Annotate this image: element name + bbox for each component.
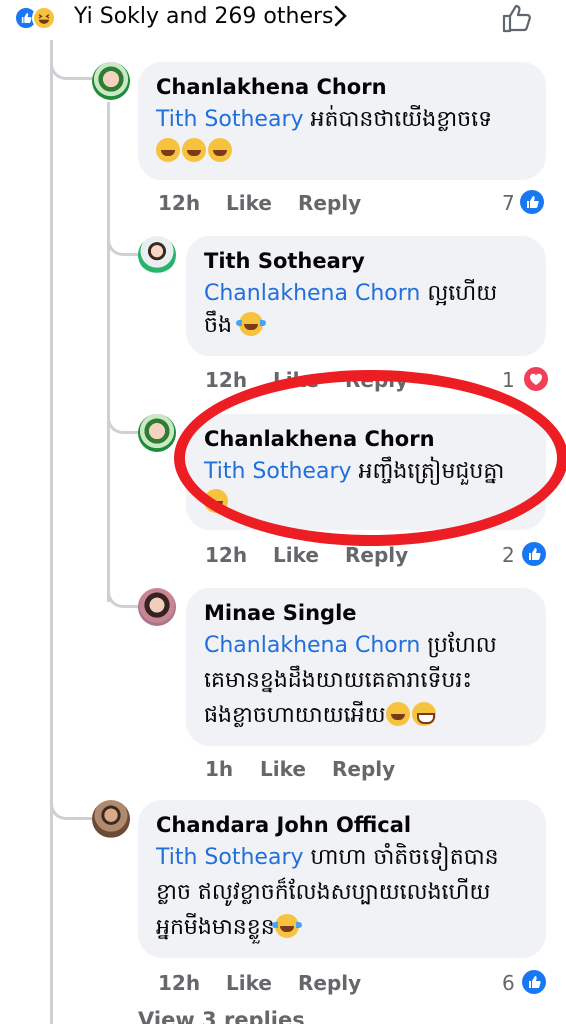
comment-body: ប្រហែល	[420, 633, 497, 658]
like-action[interactable]: Like	[226, 188, 272, 218]
comment-body: អញ្ចឹងត្រៀមជួបគ្នា	[351, 459, 505, 484]
reactions-summary-bar[interactable]: Yi Sokly and 269 others	[0, 0, 566, 34]
comment-bubble: Minae Single Chanlakhena Chorn ប្រហែល គេ…	[186, 588, 546, 746]
thread-line-main	[50, 40, 53, 1024]
thread-connector	[50, 780, 92, 820]
comment-text: Tith Sotheary អត់បានថាយើងខ្លាចទេ	[156, 102, 528, 137]
laughing-emoji-icon	[208, 138, 232, 162]
comment-actions: 12h Like Reply	[205, 365, 465, 395]
comment-text-line: គេមានខ្នងដឹងយាយគេតារាទើបរះ	[204, 663, 528, 698]
comment-body: ហាហា ចាំតិចទៀតបាន	[303, 845, 499, 870]
comment-bubble: Chanlakhena Chorn Tith Sotheary អត់បានថា…	[138, 62, 546, 180]
like-button-icon[interactable]	[500, 2, 534, 34]
avatar[interactable]	[138, 588, 176, 626]
thread-connector	[107, 560, 141, 608]
grin-emoji-icon	[411, 702, 436, 726]
comment-time[interactable]: 12h	[205, 540, 247, 570]
like-action[interactable]: Like	[260, 754, 306, 784]
comment-body: អត់បានថាយើងខ្លាចទេ	[303, 107, 493, 132]
chevron-right-icon[interactable]	[332, 3, 350, 29]
avatar[interactable]	[138, 414, 176, 452]
comment-actions: 1h Like Reply	[205, 754, 465, 784]
comment-author[interactable]: Chanlakhena Chorn	[156, 72, 528, 102]
tears-of-joy-emoji-icon	[235, 312, 266, 336]
like-action[interactable]: Like	[273, 365, 319, 395]
reply-action[interactable]: Reply	[298, 188, 361, 218]
comment-author[interactable]: Minae Single	[204, 598, 528, 628]
comment-emojis	[204, 489, 528, 516]
like-count-icon	[522, 970, 546, 994]
comment-time[interactable]: 12h	[158, 188, 200, 218]
reaction-count[interactable]: 1	[502, 365, 515, 395]
comment-body: ខ្លាច ឥលូវខ្លាចក៏លែងសប្បាយលេងហើយ	[156, 880, 491, 905]
comment-time[interactable]: 12h	[205, 365, 247, 395]
reaction-count[interactable]: 7	[502, 188, 515, 218]
laughing-emoji-icon	[385, 702, 410, 726]
thread-connector	[50, 40, 92, 80]
comment-body: ល្អហើយ	[420, 281, 498, 306]
comment-author[interactable]: Chanlakhena Chorn	[204, 424, 528, 454]
thread-connector	[107, 392, 141, 434]
thread-connector	[107, 214, 141, 256]
reaction-count[interactable]: 2	[502, 540, 515, 570]
comment-text: Chanlakhena Chorn ល្អហើយ	[204, 276, 528, 311]
comment-text-line: ផងខ្លាចហាយាយអើយ	[204, 698, 528, 733]
mention-link[interactable]: Tith Sotheary	[156, 107, 304, 132]
reply-action[interactable]: Reply	[345, 540, 408, 570]
comment-emojis	[156, 137, 528, 167]
comment-text-line: ចឹង	[204, 311, 528, 341]
like-count-icon	[520, 190, 544, 214]
mention-link[interactable]: Chanlakhena Chorn	[204, 633, 420, 658]
thread-line-nested	[107, 102, 110, 602]
comment-actions: 12h Like Reply	[205, 540, 465, 570]
comment-actions: 12h Like Reply	[158, 188, 418, 218]
comment-time[interactable]: 12h	[158, 968, 200, 998]
comment-text-line: ខ្លាច ឥលូវខ្លាចក៏លែងសប្បាយលេងហើយ	[156, 875, 528, 910]
love-count-icon	[524, 367, 548, 391]
haha-reaction-icon	[32, 6, 56, 30]
laughing-emoji-icon	[156, 138, 180, 162]
like-action[interactable]: Like	[273, 540, 319, 570]
like-action[interactable]: Like	[226, 968, 272, 998]
comment-body: ចឹង	[204, 313, 232, 338]
comment-bubble: Chandara John Offical Tith Sotheary ហាហា…	[138, 800, 546, 958]
comment-author[interactable]: Tith Sotheary	[204, 246, 528, 276]
comment-body: ផងខ្លាចហាយាយអើយ	[204, 703, 386, 728]
comment-text: Tith Sotheary ហាហា ចាំតិចទៀតបាន	[156, 840, 528, 875]
reply-action[interactable]: Reply	[345, 365, 408, 395]
mention-link[interactable]: Tith Sotheary	[204, 459, 352, 484]
comment-body: គេមានខ្នងដឹងយាយគេតារាទើបរះ	[204, 668, 473, 693]
laughing-emoji-icon	[182, 138, 206, 162]
like-count-icon	[522, 542, 546, 566]
reaction-count[interactable]: 6	[502, 968, 515, 998]
comment-bubble: Chanlakhena Chorn Tith Sotheary អញ្ចឹងត្…	[186, 414, 546, 530]
comment-text-line: អ្នកមីងមានខ្លួន	[156, 910, 528, 945]
reaction-icons	[14, 6, 70, 30]
comment-time[interactable]: 1h	[205, 754, 233, 784]
comment-text: Chanlakhena Chorn ប្រហែល	[204, 628, 528, 663]
avatar[interactable]	[92, 800, 130, 838]
view-replies-link[interactable]: View 3 replies	[138, 1008, 305, 1024]
reply-action[interactable]: Reply	[332, 754, 395, 784]
mention-link[interactable]: Tith Sotheary	[156, 845, 304, 870]
reactors-summary-text[interactable]: Yi Sokly and 269 others	[74, 4, 334, 30]
comment-author[interactable]: Chandara John Offical	[156, 810, 528, 840]
rofl-emoji-icon	[271, 914, 302, 938]
comment-actions: 12h Like Reply	[158, 968, 418, 998]
reply-action[interactable]: Reply	[298, 968, 361, 998]
avatar[interactable]	[92, 62, 130, 100]
comment-bubble: Tith Sotheary Chanlakhena Chorn ល្អហើយ ច…	[186, 236, 546, 356]
laughing-emoji-icon	[204, 489, 228, 513]
avatar[interactable]	[138, 236, 176, 274]
comment-body: អ្នកមីងមានខ្លួន	[156, 915, 275, 940]
mention-link[interactable]: Chanlakhena Chorn	[204, 281, 420, 306]
comment-text: Tith Sotheary អញ្ចឹងត្រៀមជួបគ្នា	[204, 454, 528, 489]
